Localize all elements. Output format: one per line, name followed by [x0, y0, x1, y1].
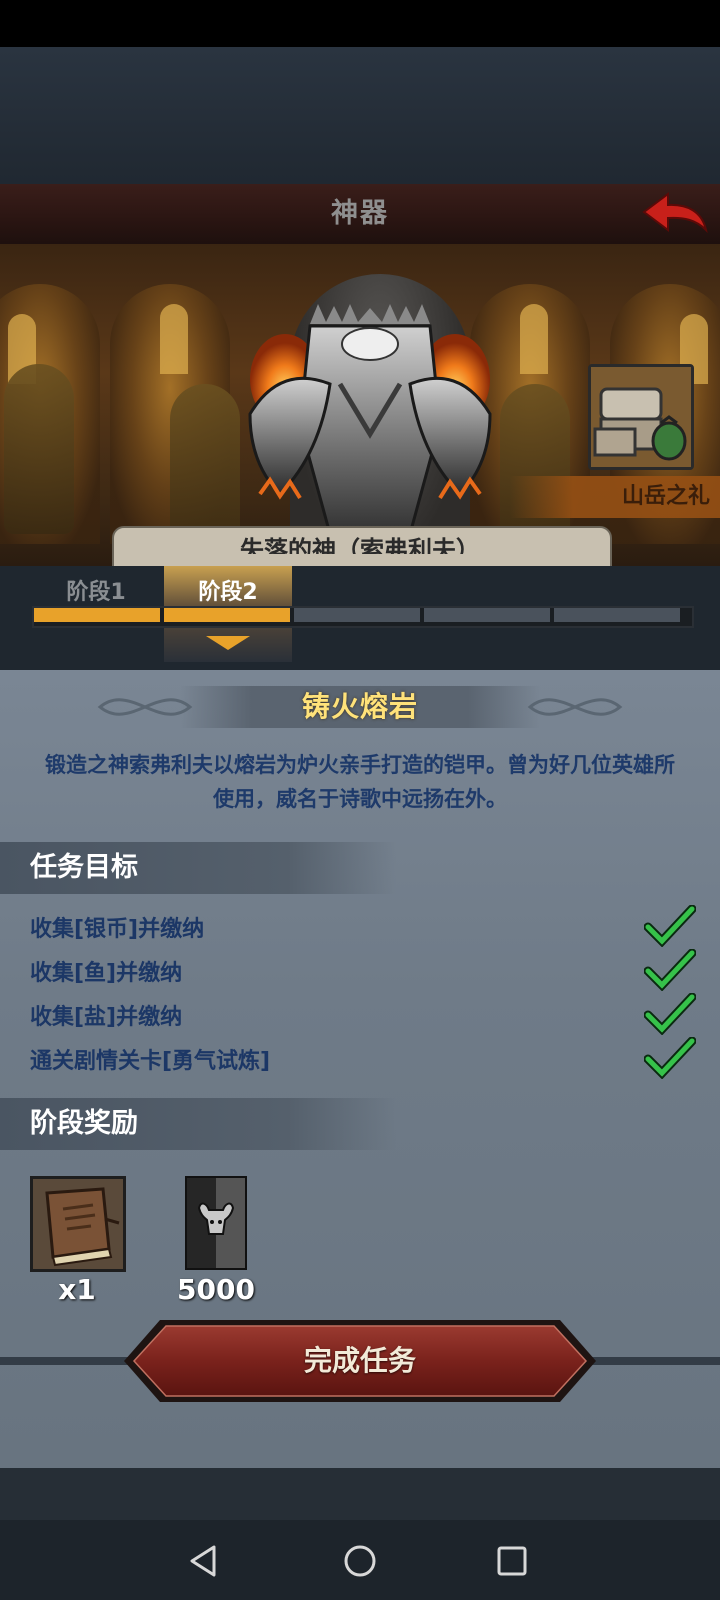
- check-icon: [644, 949, 696, 991]
- treasure-chest-icon[interactable]: [588, 364, 694, 470]
- status-bar: [0, 0, 720, 47]
- progress-segment: [294, 608, 420, 622]
- stage-pointer-icon: [206, 636, 250, 650]
- back-arrow-icon: [642, 192, 708, 234]
- task-item: 收集[银币]并缴纳: [30, 917, 205, 942]
- task-item: 通关剧情关卡[勇气试炼]: [30, 1049, 271, 1074]
- bull-token-icon[interactable]: [185, 1176, 247, 1270]
- hall-window: [520, 304, 548, 374]
- back-button[interactable]: [640, 190, 710, 238]
- armor-artifact-icon: [248, 304, 492, 546]
- nav-back-icon[interactable]: [186, 1543, 222, 1579]
- complete-task-button[interactable]: [120, 1316, 600, 1406]
- tab-stage-1[interactable]: 阶段1: [32, 576, 160, 610]
- top-background: [0, 47, 720, 184]
- hall-window: [160, 304, 188, 374]
- book-icon[interactable]: [30, 1176, 126, 1272]
- check-icon: [644, 993, 696, 1035]
- check-icon: [644, 905, 696, 947]
- rewards-heading: 阶段奖励: [30, 1108, 138, 1139]
- gift-label[interactable]: 山岳之礼: [520, 476, 710, 518]
- progress-segment: [34, 608, 160, 622]
- statue-figure: [4, 364, 74, 534]
- task-item: 收集[鱼]并缴纳: [30, 961, 183, 986]
- progress-segment: [424, 608, 550, 622]
- progress-segment: [554, 608, 680, 622]
- tab-stage-2[interactable]: 阶段2: [164, 576, 292, 610]
- artifact-scene: 山岳之礼: [0, 244, 720, 566]
- reward-quantity: 5000: [177, 1273, 255, 1306]
- nav-recents-icon[interactable]: [494, 1543, 530, 1579]
- progress-segment: [164, 608, 290, 622]
- reward-quantity: x1: [58, 1273, 96, 1306]
- check-icon: [644, 1037, 696, 1079]
- nav-home-icon[interactable]: [342, 1543, 378, 1579]
- artifact-description: 锻造之神索弗利夫以熔岩为炉火亲手打造的铠甲。曾为好几位英雄所使用，威名于诗歌中远…: [45, 753, 675, 811]
- tasks-heading: 任务目标: [30, 852, 138, 883]
- page-title: 神器: [331, 198, 389, 229]
- bottom-background: [0, 1468, 720, 1520]
- artifact-title: 铸火熔岩: [301, 690, 418, 723]
- task-item: 收集[盐]并缴纳: [30, 1005, 183, 1030]
